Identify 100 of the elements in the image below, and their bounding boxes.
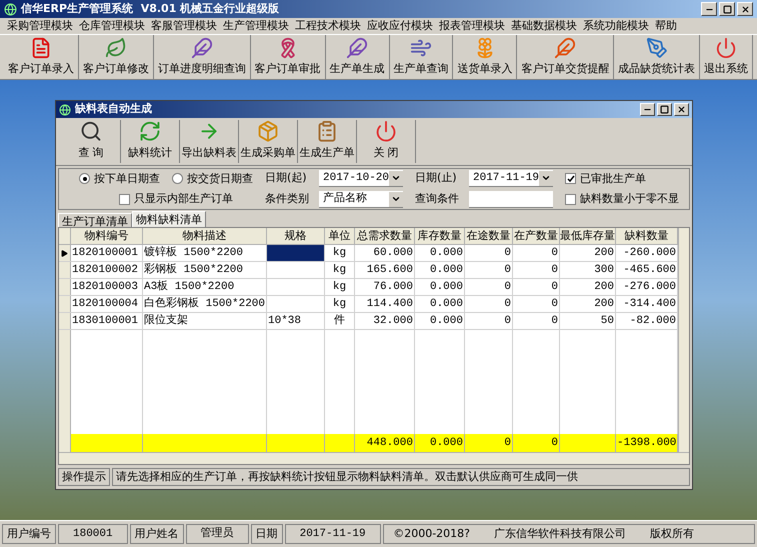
table-cell: 0	[465, 245, 513, 261]
toolbar-button[interactable]: 客户订单交货提醒	[517, 35, 614, 79]
table-cell: 10*38	[267, 313, 325, 329]
row-pointer-icon	[61, 250, 68, 256]
toolbar-button[interactable]: 送货单录入	[453, 35, 518, 79]
caret-icon	[391, 173, 401, 183]
menu-item[interactable]: 报表管理模块	[436, 18, 508, 34]
column-header: 物料描述	[143, 228, 267, 245]
toolbar-button[interactable]: 客户订单修改	[78, 35, 154, 79]
vertical-scrollbar[interactable]	[678, 228, 689, 452]
quill-icon	[646, 36, 668, 58]
toolbar-button[interactable]: 成品缺货统计表	[614, 35, 700, 79]
dropdown-field[interactable]: 2017-11-19	[469, 170, 553, 187]
maximize-icon	[660, 105, 669, 114]
tab[interactable]: 生产订单清单	[58, 213, 132, 227]
menu-item[interactable]: 应收应付模块	[364, 18, 436, 34]
status-value: 管理员	[186, 524, 249, 544]
table-cell: 0	[513, 296, 560, 312]
table-cell: 0	[513, 279, 560, 295]
table-cell: kg	[325, 296, 355, 312]
radio-label: 按下单日期查	[94, 170, 160, 186]
table-cell: kg	[325, 262, 355, 278]
maximize-button[interactable]	[657, 103, 672, 116]
table-cell: 1820100004	[71, 296, 143, 312]
search-icon	[79, 120, 103, 142]
table-cell: 114.400	[355, 296, 415, 312]
table-cell: 200	[560, 245, 616, 261]
radio-button[interactable]	[172, 173, 183, 184]
table-cell: 0	[513, 262, 560, 278]
table-cell: 1820100001	[71, 245, 143, 261]
toolbar-button[interactable]: 查 询	[62, 120, 121, 163]
status-value: 2017-11-19	[284, 524, 381, 544]
menu-item[interactable]: 采购管理模块	[4, 18, 76, 34]
minimize-button[interactable]	[640, 103, 655, 116]
toolbar-button[interactable]: 关 闭	[357, 120, 416, 163]
table-cell: 60.000	[355, 245, 415, 261]
field-label: 条件类别	[265, 191, 310, 208]
status-label: 日期	[250, 524, 283, 544]
menu-item[interactable]: 基础数据模块	[508, 18, 580, 34]
menu-item[interactable]: 仓库管理模块	[76, 18, 148, 34]
column-header: 最低库存量	[560, 228, 616, 245]
close-icon	[740, 4, 750, 14]
checkbox[interactable]	[565, 173, 576, 184]
menu-item[interactable]: 系统功能模块	[580, 18, 652, 34]
toolbar-button[interactable]: 缺料统计	[121, 120, 180, 163]
table-cell: 32.000	[355, 313, 415, 329]
column-header: 库存数量	[415, 228, 465, 245]
toolbar-button[interactable]: 订单进度明细查询	[154, 35, 251, 79]
menu-item[interactable]: 客服管理模块	[148, 18, 220, 34]
hint-label: 操作提示	[58, 468, 110, 486]
toolbar-button[interactable]: 生成生产单	[298, 120, 357, 163]
column-header: 物料编号	[71, 228, 143, 245]
caret-icon	[391, 194, 401, 204]
table-cell: 165.600	[355, 262, 415, 278]
dialog-title: 缺料表自动生成	[75, 101, 152, 118]
radio-button[interactable]	[79, 173, 90, 184]
table-cell: 0.000	[415, 296, 465, 312]
status-note: 版权所有	[650, 526, 694, 542]
column-header: 总需求数量	[355, 228, 415, 245]
toolbar-button[interactable]: 生产单生成	[326, 35, 390, 79]
table-cell: 0	[465, 262, 513, 278]
checkbox[interactable]	[565, 194, 576, 205]
table-cell: 件	[325, 313, 355, 329]
close-button[interactable]	[674, 103, 689, 116]
dropdown-field[interactable]: 产品名称	[319, 191, 403, 208]
table-cell: 76.000	[355, 279, 415, 295]
toolbar-button[interactable]: 退出系统	[700, 35, 754, 79]
checkbox-label: 已审批生产单	[580, 170, 646, 186]
menu-item[interactable]: 生产管理模块	[220, 18, 292, 34]
table-cell: 300	[560, 262, 616, 278]
feather-icon	[346, 36, 368, 58]
maximize-button[interactable]	[719, 2, 735, 16]
horizontal-scrollbar[interactable]	[59, 452, 689, 464]
table-cell: 0	[513, 245, 560, 261]
close-icon	[677, 105, 686, 114]
menu-item[interactable]: 工程技术模块	[292, 18, 364, 34]
maximize-icon	[722, 4, 732, 14]
toolbar-button[interactable]: 生产单查询	[390, 35, 454, 79]
app-icon	[4, 2, 17, 16]
row-header[interactable]	[59, 245, 71, 261]
toolbar-button[interactable]: 导出缺料表	[180, 120, 239, 163]
minimize-button[interactable]	[701, 2, 717, 16]
close-button[interactable]	[737, 2, 753, 16]
refresh-icon	[138, 120, 162, 142]
tab[interactable]: 物料缺料清单	[132, 211, 206, 227]
toolbar-button[interactable]: 生成采购单	[239, 120, 298, 163]
window-title: 信华ERP生产管理系统 V8.01 机械五金行业超级版	[21, 0, 280, 17]
dropdown-field[interactable]: 2017-10-20	[319, 170, 403, 187]
table-cell: 1820100003	[71, 279, 143, 295]
field-label: 查询条件	[415, 191, 460, 208]
toolbar-button[interactable]: 客户订单录入	[4, 35, 79, 79]
table-cell: 1820100002	[71, 262, 143, 278]
menu-item[interactable]: 帮助	[652, 18, 680, 34]
checkbox[interactable]	[119, 194, 130, 205]
toolbar-button[interactable]: 客户订单审批	[250, 35, 326, 79]
status-note: ©2000-2018?	[393, 526, 470, 542]
input-field[interactable]	[469, 191, 553, 208]
field-label: 日期(起)	[265, 170, 308, 186]
table-cell: 0.000	[415, 279, 465, 295]
checkbox-label: 缺料数量小于零不显	[580, 191, 679, 207]
